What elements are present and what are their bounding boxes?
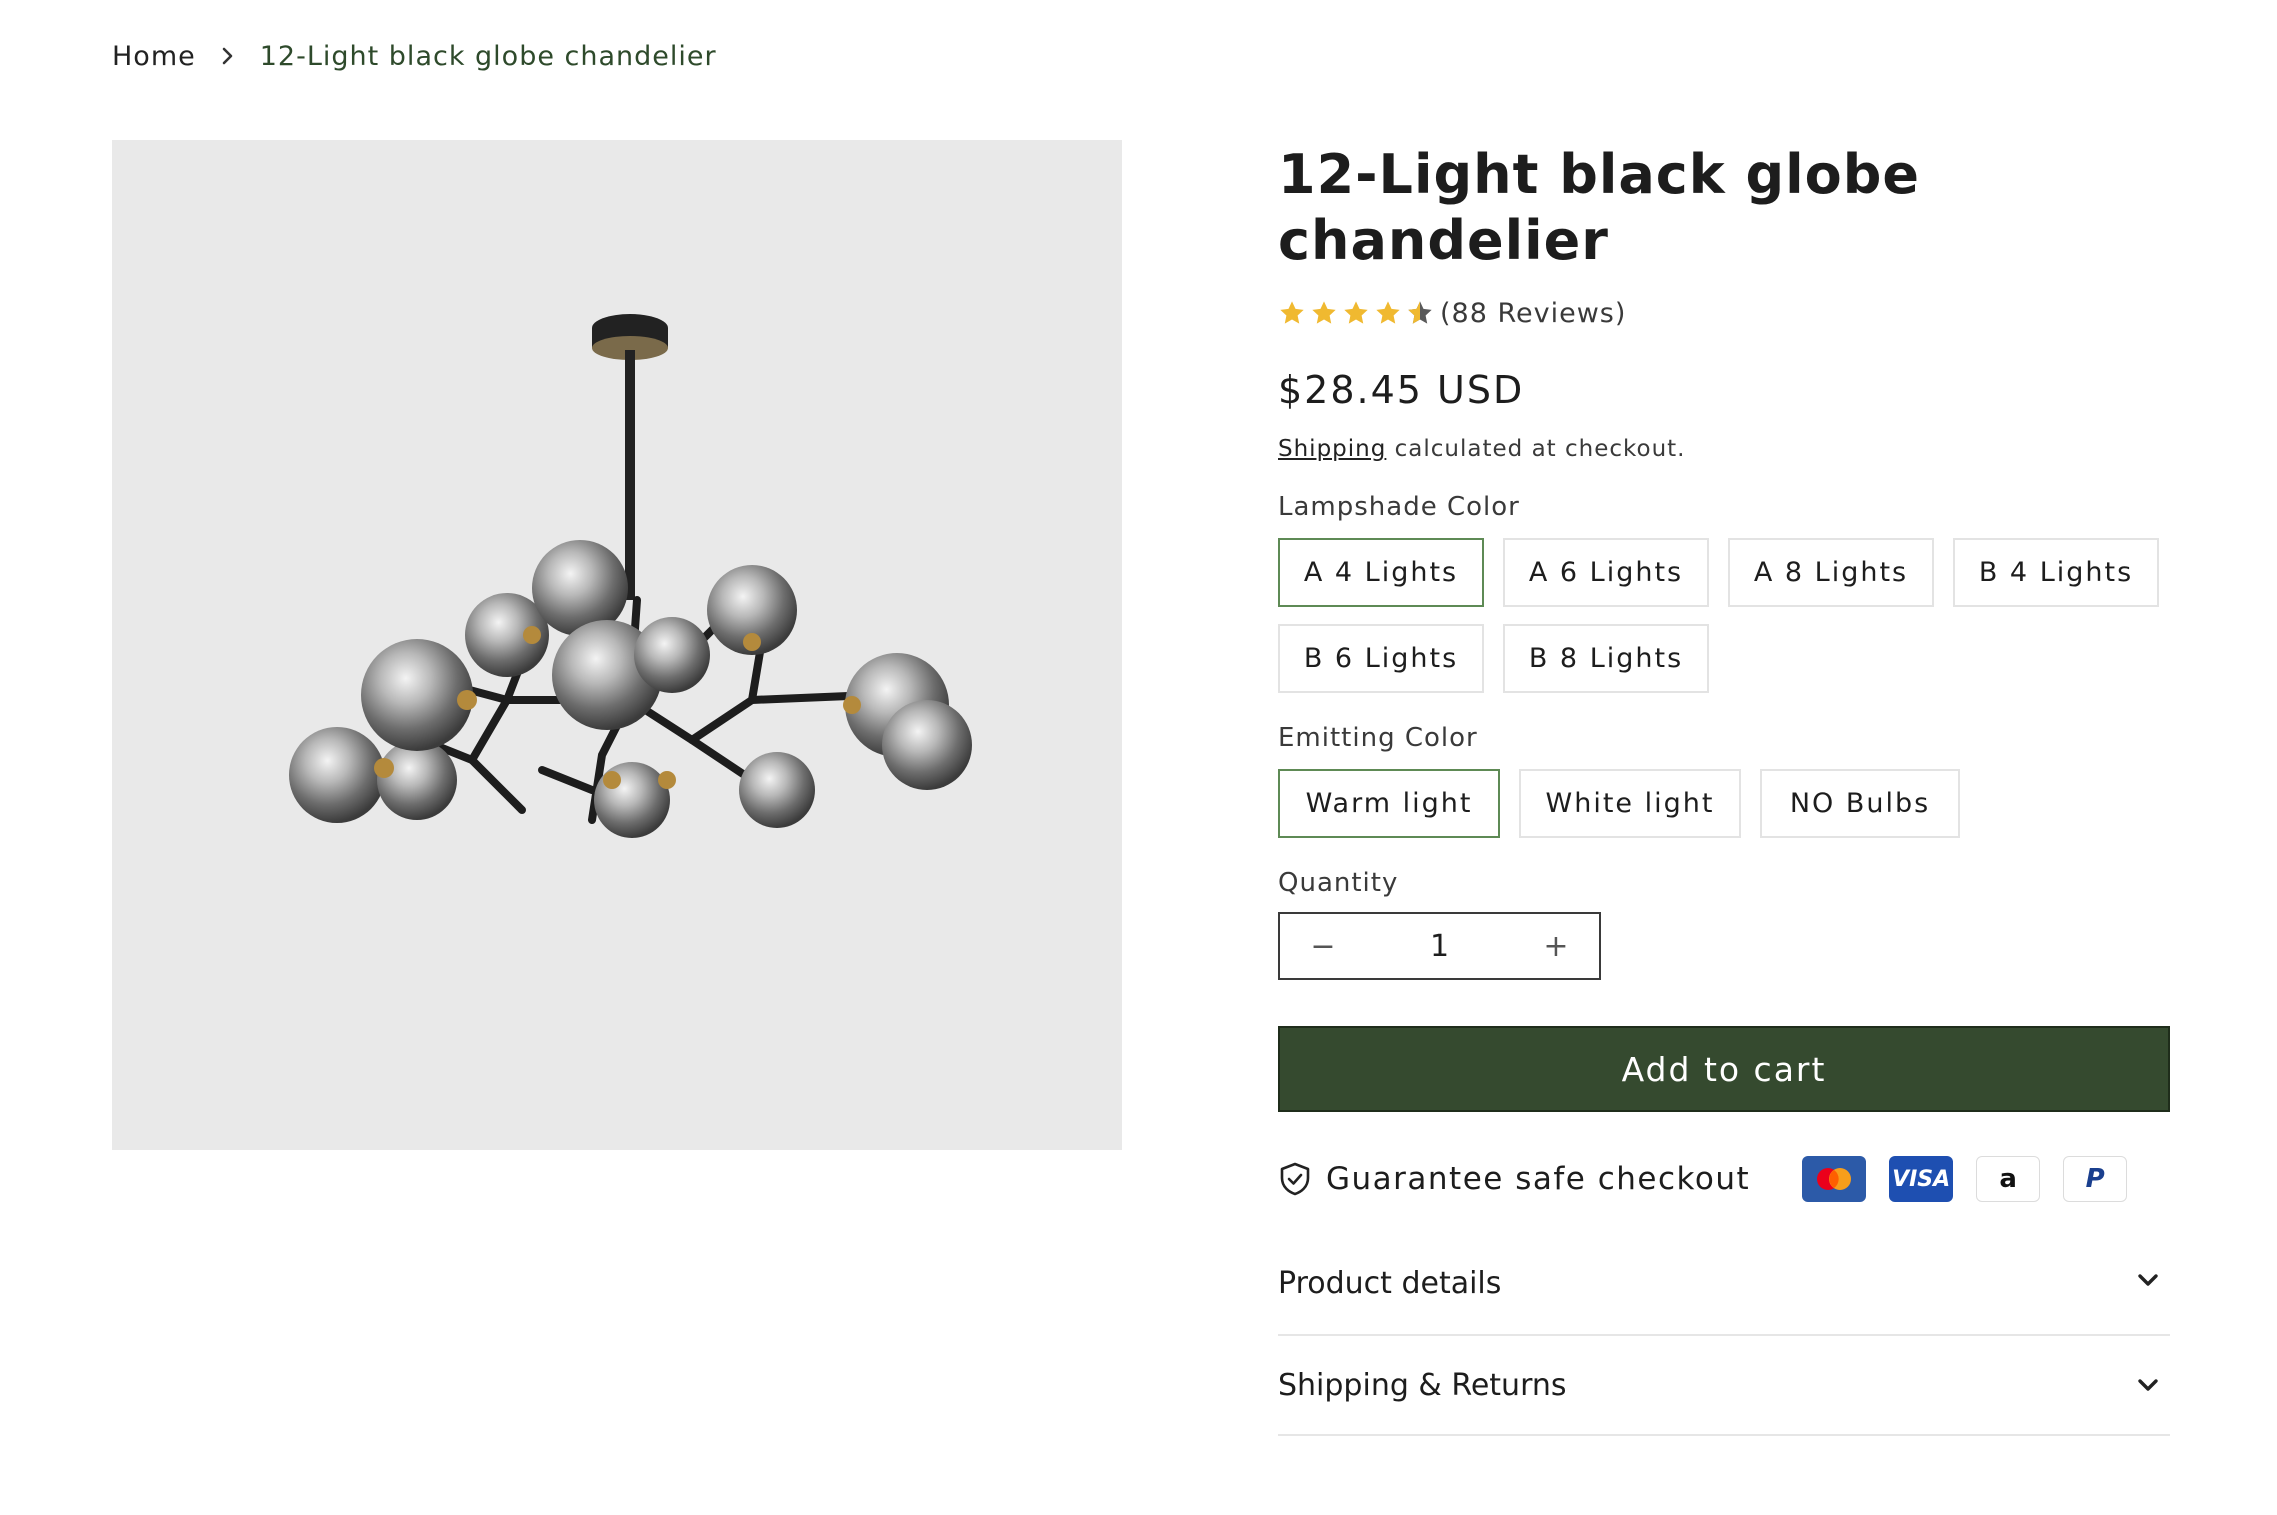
shipping-note-text: calculated at checkout. bbox=[1386, 436, 1686, 462]
quantity-decrease-button[interactable]: − bbox=[1280, 914, 1366, 978]
option-a-4-lights[interactable]: A 4 Lights bbox=[1278, 538, 1484, 607]
product-info: 12-Light black globe chandelier (88 Revi… bbox=[1278, 140, 2170, 1436]
breadcrumb-home-link[interactable]: Home bbox=[112, 41, 196, 72]
product-price: $28.45 USD bbox=[1278, 368, 1525, 412]
paypal-icon: P bbox=[2063, 1156, 2128, 1202]
star-icon bbox=[1376, 301, 1400, 324]
quantity-input[interactable]: 1 bbox=[1430, 929, 1449, 964]
quantity-increase-button[interactable]: + bbox=[1513, 914, 1599, 978]
option-b-6-lights[interactable]: B 6 Lights bbox=[1278, 624, 1484, 693]
option-b-4-lights[interactable]: B 4 Lights bbox=[1953, 538, 2159, 607]
breadcrumb-current: 12-Light black globe chandelier bbox=[259, 40, 717, 72]
product-accordion: Product details Shipping & Returns bbox=[1278, 1266, 2170, 1436]
option-white-light[interactable]: White light bbox=[1519, 769, 1741, 838]
breadcrumb: Home 12-Light black globe chandelier bbox=[112, 38, 717, 74]
star-icon bbox=[1280, 301, 1304, 324]
option-no-bulbs[interactable]: NO Bulbs bbox=[1760, 769, 1960, 838]
amazon-icon: a bbox=[1976, 1156, 2041, 1202]
chandelier-image bbox=[289, 314, 972, 838]
option-a-6-lights[interactable]: A 6 Lights bbox=[1503, 538, 1709, 607]
rating[interactable]: (88 Reviews) bbox=[1278, 296, 2170, 330]
half-star-icon bbox=[1408, 301, 1432, 324]
lampshade-color-options: A 4 Lights A 6 Lights A 8 Lights B 4 Lig… bbox=[1278, 538, 2170, 693]
quantity-stepper: − 1 + bbox=[1278, 912, 1601, 980]
accordion-product-details[interactable]: Product details bbox=[1278, 1266, 2170, 1336]
accordion-title: Product details bbox=[1278, 1266, 1502, 1301]
star-icon bbox=[1344, 301, 1368, 324]
quantity-label: Quantity bbox=[1278, 868, 1399, 898]
guarantee-safe-checkout: Guarantee safe checkout VISA a P bbox=[1278, 1156, 2170, 1202]
lampshade-color-label: Lampshade Color bbox=[1278, 492, 1520, 522]
emitting-color-label: Emitting Color bbox=[1278, 723, 1478, 753]
star-icon bbox=[1312, 301, 1336, 324]
option-warm-light[interactable]: Warm light bbox=[1278, 769, 1500, 838]
shipping-note: Shipping calculated at checkout. bbox=[1278, 436, 2170, 462]
review-count[interactable]: (88 Reviews) bbox=[1440, 298, 1626, 329]
shield-check-icon bbox=[1280, 1162, 1310, 1196]
accordion-shipping-returns[interactable]: Shipping & Returns bbox=[1278, 1336, 2170, 1436]
option-a-8-lights[interactable]: A 8 Lights bbox=[1728, 538, 1934, 607]
product-image[interactable] bbox=[112, 140, 1122, 1150]
chevron-down-icon bbox=[2138, 1379, 2158, 1391]
chevron-right-icon bbox=[222, 47, 233, 65]
guarantee-text: Guarantee safe checkout bbox=[1326, 1161, 1751, 1197]
emitting-color-options: Warm light White light NO Bulbs bbox=[1278, 769, 2170, 838]
visa-icon: VISA bbox=[1889, 1156, 1954, 1202]
shipping-link[interactable]: Shipping bbox=[1278, 436, 1386, 462]
payment-icons: VISA a P bbox=[1802, 1156, 2128, 1202]
add-to-cart-button[interactable]: Add to cart bbox=[1278, 1026, 2170, 1112]
accordion-title: Shipping & Returns bbox=[1278, 1367, 1567, 1403]
product-title: 12-Light black globe chandelier bbox=[1278, 143, 1921, 272]
star-rating bbox=[1278, 299, 1434, 327]
mastercard-icon bbox=[1802, 1156, 1867, 1202]
chevron-down-icon bbox=[2138, 1274, 2158, 1286]
option-b-8-lights[interactable]: B 8 Lights bbox=[1503, 624, 1709, 693]
